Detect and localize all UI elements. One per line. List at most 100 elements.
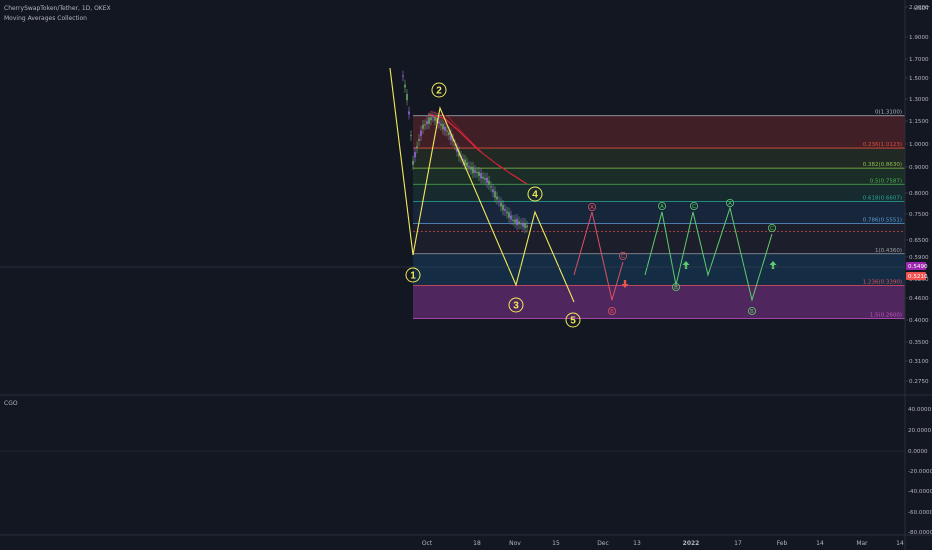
- time-tick-label: 15: [552, 540, 560, 547]
- price-tick-label: 0.6500: [909, 238, 929, 244]
- candle-body: [408, 111, 410, 115]
- current-price-label: 0.5490: [908, 264, 928, 270]
- fib-level-label: 0.236(1.0123): [863, 142, 902, 148]
- time-tick-label: 14: [816, 540, 824, 547]
- candle-body: [512, 219, 514, 221]
- time-tick-label: Dec: [597, 540, 609, 547]
- oscillator-panel: 40.0000 20.0000 0.0000 -20.0000 -40.0000 -60.…: [0, 407, 932, 536]
- candle-body: [444, 126, 446, 131]
- candle-body: [488, 180, 490, 185]
- candle-body: [474, 169, 476, 173]
- candle-body: [514, 219, 516, 223]
- candle-body: [480, 173, 482, 179]
- oscillator-tick-label: 20.0000: [908, 428, 932, 434]
- candle-body: [500, 202, 502, 207]
- fib-level-label: 1.236(0.3390): [863, 279, 902, 285]
- candle-body: [434, 116, 436, 121]
- candle-body: [402, 75, 404, 77]
- candle-body: [468, 166, 470, 168]
- time-tick-label: 18: [473, 540, 481, 547]
- price-tick-label: 0.7500: [909, 212, 929, 218]
- candle-body: [492, 189, 494, 193]
- candle-body: [414, 152, 416, 158]
- price-tick-label: 0.2750: [909, 379, 929, 385]
- candle-body: [518, 221, 520, 225]
- candle-body: [420, 130, 422, 136]
- price-tick-label: 1.3000: [909, 97, 929, 103]
- oscillator-tick-label: -20.0000: [908, 469, 932, 475]
- candle-body: [428, 117, 430, 124]
- projection-label: B: [610, 309, 614, 315]
- wave-label: 2: [436, 86, 442, 97]
- price-tick-label: 0.8000: [909, 191, 929, 197]
- wave-label: 4: [532, 190, 538, 201]
- fib-level-label: 0.618(0.6607): [863, 196, 902, 202]
- currency-label: USDT: [914, 6, 930, 12]
- price-tick-label: 0.3500: [909, 340, 929, 346]
- price-tick-label: 0.9000: [909, 165, 929, 171]
- time-tick-label: Feb: [777, 540, 788, 547]
- projection-label: A: [728, 201, 732, 207]
- candle-body: [478, 171, 480, 176]
- fib-zone: [413, 253, 905, 286]
- projection-label: B: [674, 285, 678, 291]
- candle-body: [522, 222, 524, 227]
- candle-body: [486, 177, 488, 183]
- candle-body: [482, 176, 484, 179]
- fib-zone: [413, 223, 905, 254]
- candle-body: [520, 223, 522, 225]
- candle-body: [418, 139, 420, 141]
- fib-level-label: 0.382(0.8630): [863, 162, 902, 168]
- candle-body: [424, 124, 426, 126]
- price-tick-label: 0.4000: [909, 318, 929, 324]
- fib-level-label: 0.5(0.7587): [870, 178, 902, 184]
- time-tick-label: Mar: [856, 540, 868, 547]
- price-tick-label: 0.3100: [909, 359, 929, 365]
- candle-body: [466, 162, 468, 167]
- candle-body: [524, 223, 526, 229]
- projection-label: C: [621, 254, 625, 260]
- projection-label: A: [590, 205, 594, 211]
- projection-label: C: [770, 226, 774, 232]
- oscillator-tick-label: 0.0000: [908, 449, 928, 455]
- fib-level-label: 0.786(0.5551): [863, 217, 902, 223]
- time-axis: Oct 18 Nov 15 Dec 13 2022 17 Feb 14 Mar 14: [422, 540, 904, 547]
- time-tick-label: 17: [734, 540, 742, 547]
- candle-body: [406, 93, 408, 101]
- price-tick-label: 1.5000: [909, 76, 929, 82]
- candle-body: [440, 123, 442, 126]
- time-tick-label: 2022: [683, 540, 700, 547]
- price-tick-label: 1.0000: [909, 142, 929, 148]
- candle-body: [496, 196, 498, 200]
- wave-label: 1: [410, 271, 416, 282]
- candle-body: [438, 121, 440, 124]
- time-tick-label: Nov: [509, 540, 521, 547]
- candle-body: [416, 146, 418, 148]
- candle-body: [448, 132, 450, 136]
- oscillator-tick-label: 40.0000: [908, 407, 932, 413]
- fib-level-label: 1(0.4360): [875, 248, 902, 254]
- candle-body: [432, 116, 434, 118]
- oscillator-tick-label: -60.0000: [908, 510, 932, 516]
- candle-body: [446, 130, 448, 132]
- price-tick-label: 0.4600: [909, 296, 929, 302]
- candle-body: [526, 225, 528, 228]
- candle-body: [470, 166, 472, 170]
- fib-zone: [413, 115, 905, 149]
- fib-zone: [413, 201, 905, 224]
- candle-body: [502, 205, 504, 211]
- candle-body: [494, 191, 496, 198]
- candle-body: [430, 117, 432, 121]
- chart-canvas[interactable]: 0(1.3100) 0.236(1.0123) 0.382(0.8630) 0.5(0…: [0, 0, 932, 550]
- candle-body: [490, 186, 492, 188]
- candle-body: [508, 212, 510, 218]
- candle-body: [498, 201, 500, 203]
- candle-body: [472, 166, 474, 174]
- price-tick-label: 1.1500: [909, 119, 929, 125]
- candle-body: [516, 218, 518, 226]
- candle-body: [412, 160, 414, 165]
- time-tick-label: Oct: [422, 540, 433, 547]
- price-tick-label: 1.9000: [909, 35, 929, 41]
- candle-body: [422, 124, 424, 129]
- wave-label: 3: [513, 301, 519, 312]
